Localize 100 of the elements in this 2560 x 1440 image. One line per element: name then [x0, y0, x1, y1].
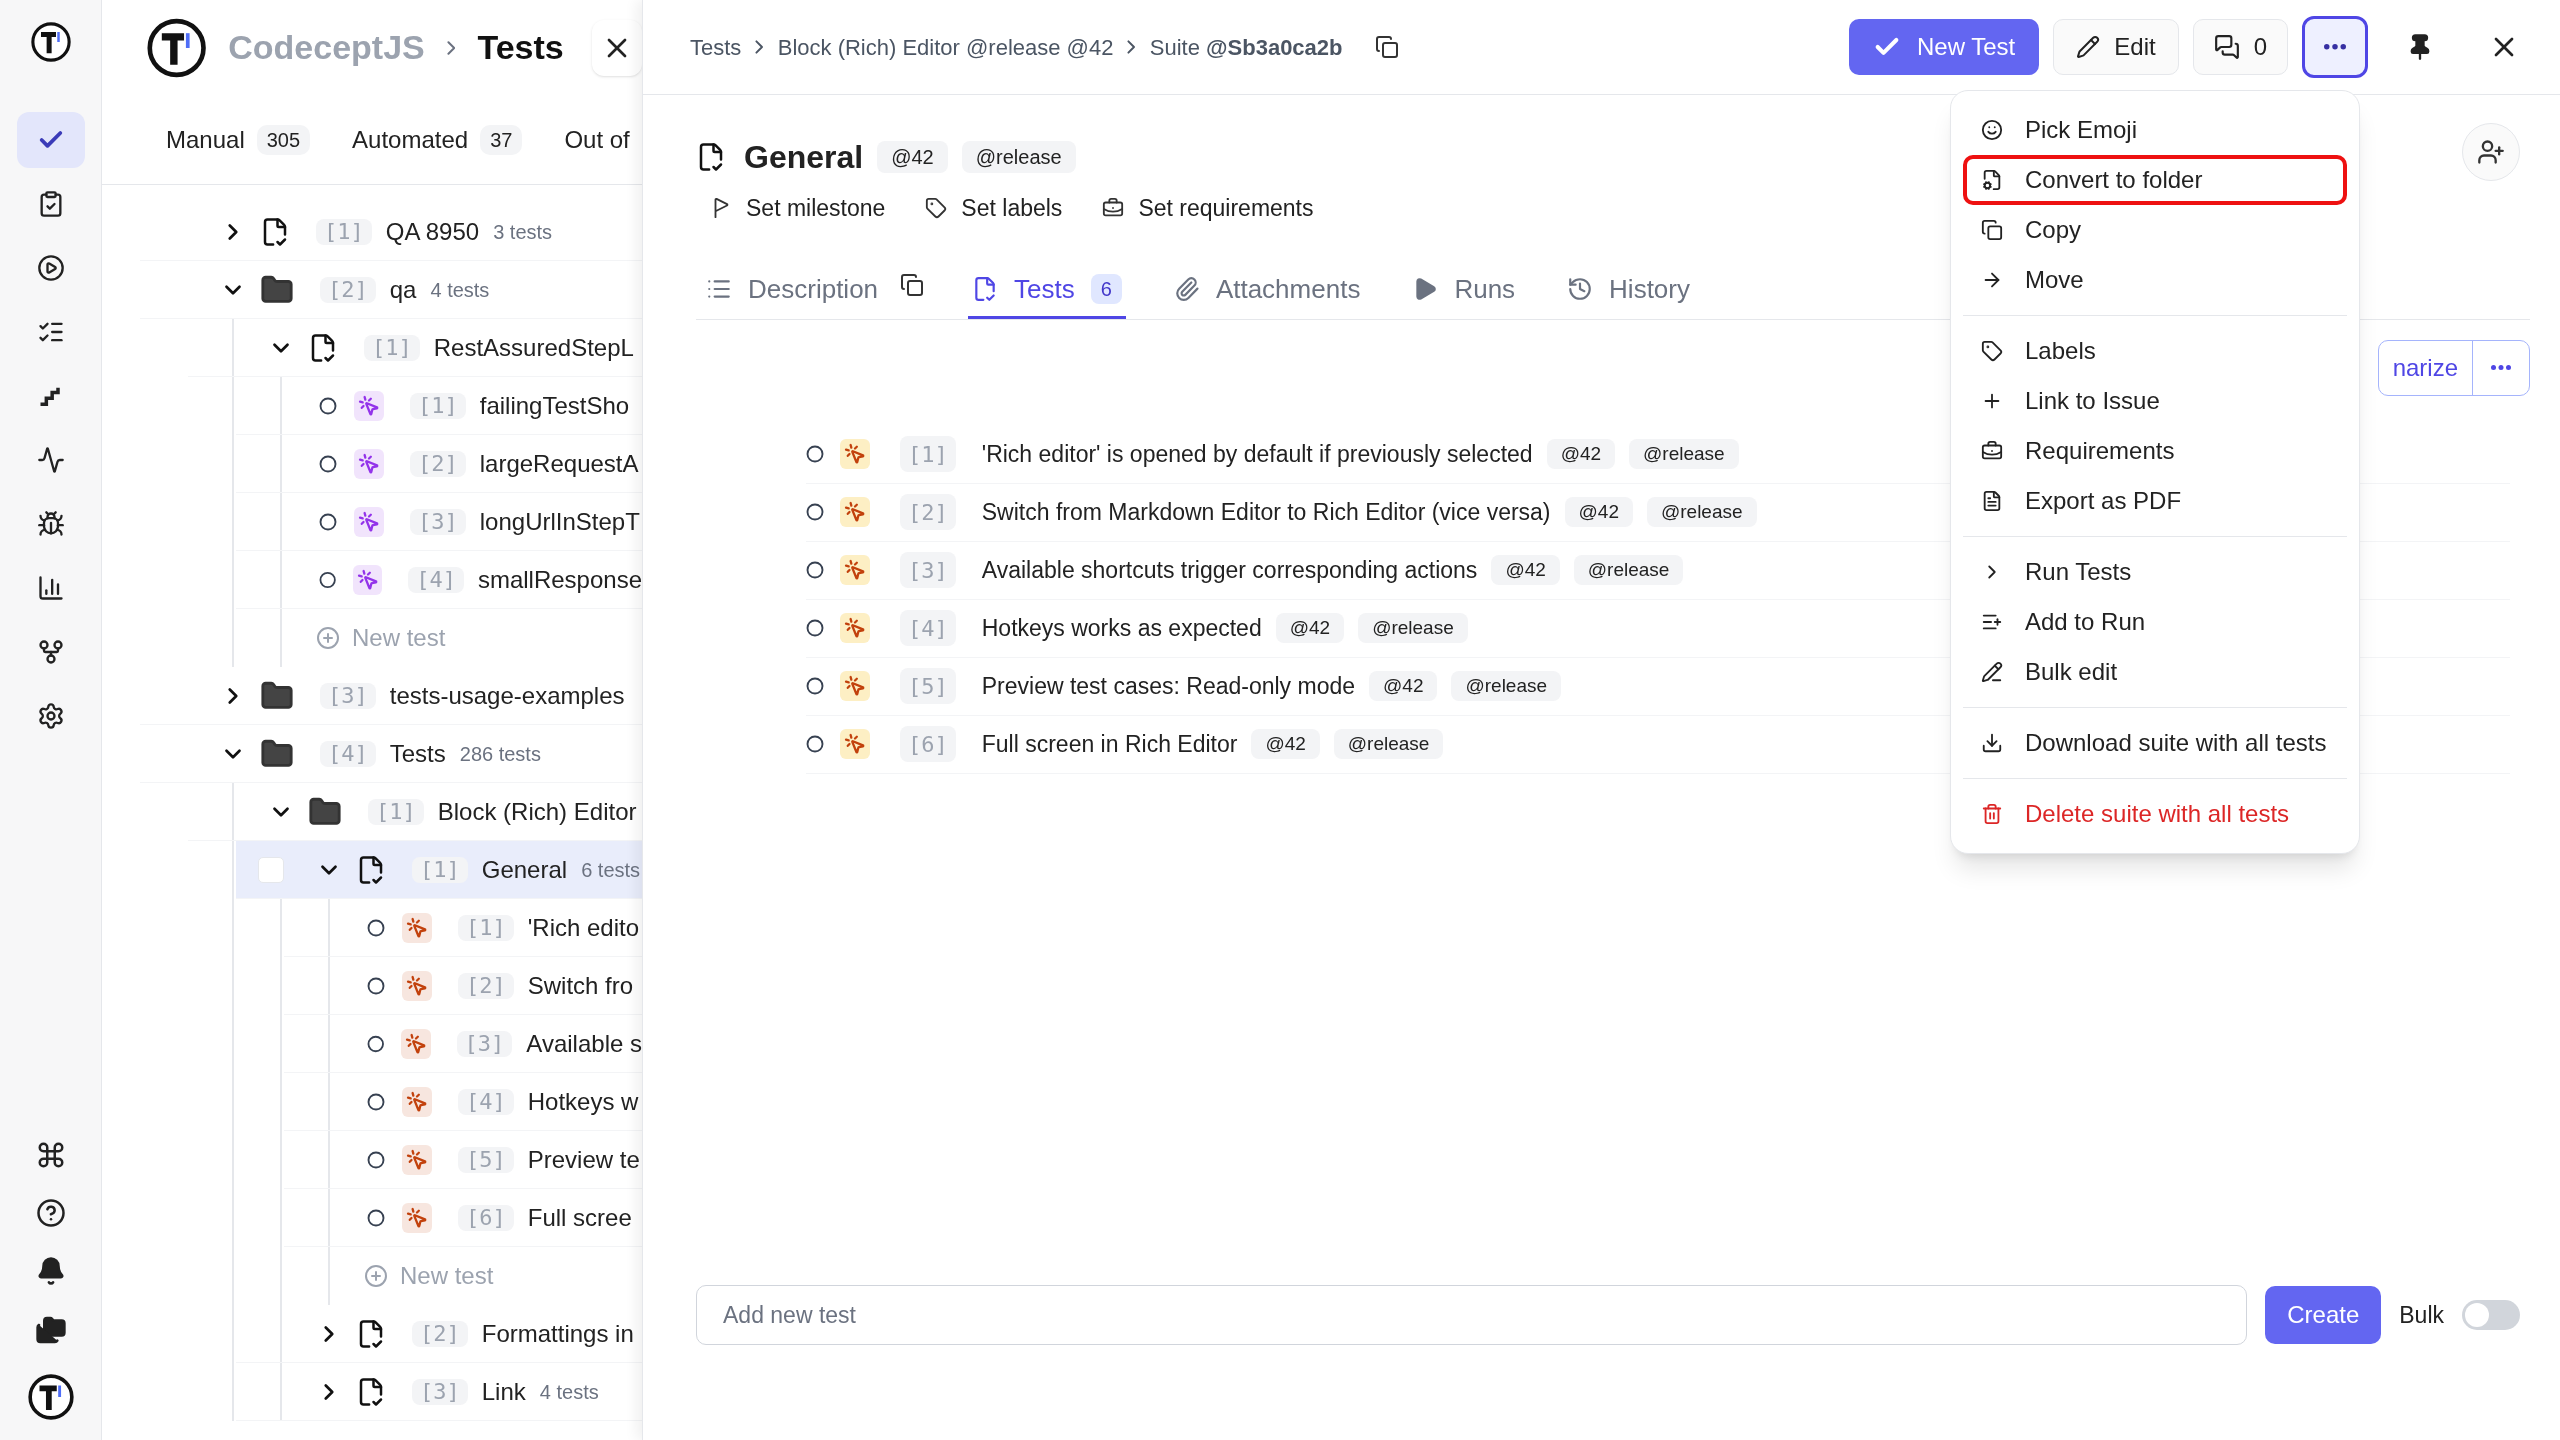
bulk-toggle[interactable] — [2462, 1300, 2520, 1330]
menu-item[interactable]: Delete suite with all tests — [1963, 789, 2347, 839]
tree-row[interactable]: [6] Full scree — [284, 1189, 642, 1247]
help-icon[interactable] — [35, 1198, 66, 1228]
tree-row[interactable]: [3] Available s — [284, 1015, 642, 1073]
briefcase-icon — [1981, 440, 2003, 462]
tree-item-name: Preview te — [527, 1144, 640, 1175]
copy-icon — [1981, 219, 2003, 241]
tab[interactable]: Description — [702, 262, 883, 319]
tree-item-name: failingTestSho — [479, 390, 630, 421]
index-badge: [1] — [368, 798, 424, 825]
status-circle-icon — [367, 1092, 385, 1111]
menu-item[interactable]: Link to Issue — [1963, 376, 2347, 426]
tree-item-name: Block (Rich) Editor — [437, 796, 637, 827]
menu-item[interactable]: Convert to folder — [1963, 155, 2347, 205]
tree-row[interactable]: [2] qa 4 tests — [140, 261, 642, 319]
menu-item[interactable]: Pick Emoji — [1963, 105, 2347, 155]
tree-row[interactable]: [4] Tests 286 tests — [140, 725, 642, 783]
index-badge: [4] — [900, 610, 956, 646]
tree-row[interactable]: [1] General 6 tests — [236, 841, 642, 899]
menu-item[interactable]: Run Tests — [1963, 547, 2347, 597]
pencil-line-icon — [1981, 661, 2003, 683]
index-badge: [6] — [458, 1204, 514, 1231]
tree-row[interactable]: [3] Link 4 tests — [236, 1363, 642, 1421]
close-button[interactable] — [591, 19, 642, 76]
test-title: Preview test cases: Read-only mode — [981, 671, 1356, 701]
new-test-button[interactable]: New Test — [1849, 19, 2040, 75]
suite-action-button[interactable]: Set labels — [925, 191, 1063, 226]
copy-icon[interactable] — [900, 272, 925, 297]
ellipsis-icon — [2491, 365, 2511, 370]
tree-row[interactable]: [2] Switch fro — [284, 957, 642, 1015]
comments-button[interactable]: 0 — [2192, 19, 2288, 75]
menu-item[interactable]: Labels — [1963, 326, 2347, 376]
tree-row[interactable]: [2] Formattings in — [236, 1305, 642, 1363]
status-circle-icon — [806, 445, 824, 463]
tree-row[interactable]: [2] largeRequestA — [236, 435, 642, 493]
menu-item[interactable]: Requirements — [1963, 426, 2347, 476]
tree-row[interactable]: [1] 'Rich edito — [284, 899, 642, 957]
folders-icon[interactable] — [34, 1314, 67, 1346]
tree-tab[interactable]: Manual 305 — [166, 121, 311, 158]
menu-item[interactable]: Add to Run — [1963, 597, 2347, 647]
tree-row[interactable]: [1] failingTestSho — [236, 377, 642, 435]
status-circle-icon — [367, 1208, 385, 1227]
status-circle-icon — [806, 677, 824, 695]
tree-row[interactable]: [5] Preview te — [284, 1131, 642, 1189]
new-test-input[interactable]: Add new test — [696, 1285, 2248, 1345]
tag: @release — [1451, 671, 1562, 701]
tag: @release — [1358, 613, 1468, 643]
index-badge: [3] — [900, 552, 956, 588]
tree-tab[interactable]: Automated 37 — [352, 121, 523, 158]
test-title: Available shortcuts trigger corresponding actions — [981, 555, 1478, 585]
test-title: Full screen in Rich Editor — [981, 729, 1238, 759]
tree-row[interactable]: [3] tests-usage-examples — [140, 667, 642, 725]
tab[interactable]: Runs — [1408, 262, 1520, 319]
index-badge: [2] — [900, 494, 956, 530]
status-circle-icon — [367, 976, 385, 995]
test-count: 4 tests — [539, 1379, 599, 1405]
cursor-click-icon — [844, 559, 866, 581]
index-badge: [2] — [410, 450, 466, 477]
command-icon[interactable] — [35, 1140, 66, 1170]
menu-item[interactable]: Download suite with all tests — [1963, 718, 2347, 768]
fork-icon — [36, 638, 65, 666]
suite-action-button[interactable]: Set milestone — [710, 191, 886, 226]
document-icon — [1981, 490, 2003, 512]
cursor-click-icon — [844, 675, 866, 697]
tag: @42 — [877, 141, 948, 173]
menu-item[interactable]: Move — [1963, 255, 2347, 305]
breadcrumb-link[interactable]: Tests — [690, 30, 742, 64]
tree-row[interactable]: [1] RestAssuredStepL — [188, 319, 642, 377]
tab[interactable]: Attachments — [1169, 262, 1365, 319]
index-badge: [3] — [456, 1030, 513, 1057]
chevron-right-icon — [1127, 40, 1136, 54]
tree-item-name: Available s — [526, 1028, 642, 1059]
row-checkbox[interactable] — [258, 856, 284, 883]
status-circle-icon — [319, 454, 337, 473]
tree-row[interactable]: [4] Hotkeys w — [284, 1073, 642, 1131]
copy-icon[interactable] — [1374, 35, 1399, 59]
nav-button[interactable] — [16, 112, 85, 168]
settings-icon — [36, 702, 65, 730]
more-button[interactable] — [2302, 16, 2368, 78]
tree-item-name: General — [481, 854, 568, 885]
index-badge: [3] — [412, 1378, 468, 1405]
tree-row[interactable]: [1] QA 8950 3 tests — [140, 203, 642, 261]
status-circle-icon — [319, 570, 337, 589]
tree-row[interactable]: [4] smallResponse — [236, 551, 642, 609]
tree-item-name: Full scree — [527, 1202, 632, 1233]
tree-row[interactable]: [3] longUrlInStepT — [236, 493, 642, 551]
bug-icon — [36, 510, 65, 538]
test-count: 286 tests — [459, 741, 541, 767]
tab[interactable]: Tests 6 — [968, 262, 1126, 319]
breadcrumb-link[interactable]: Block (Rich) Editor @release @42 — [777, 30, 1114, 64]
index-badge: [5] — [458, 1146, 514, 1173]
index-badge: [1] — [900, 436, 956, 472]
tree-tab[interactable]: Out of — [564, 121, 630, 158]
suite-action-button[interactable]: Set requirements — [1102, 191, 1314, 226]
create-button[interactable]: Create — [2265, 1286, 2382, 1344]
cursor-click-icon — [844, 501, 866, 523]
menu-item[interactable]: Copy — [1963, 205, 2347, 255]
edit-button[interactable]: Edit — [2053, 19, 2179, 75]
tab[interactable]: History — [1563, 262, 1694, 319]
